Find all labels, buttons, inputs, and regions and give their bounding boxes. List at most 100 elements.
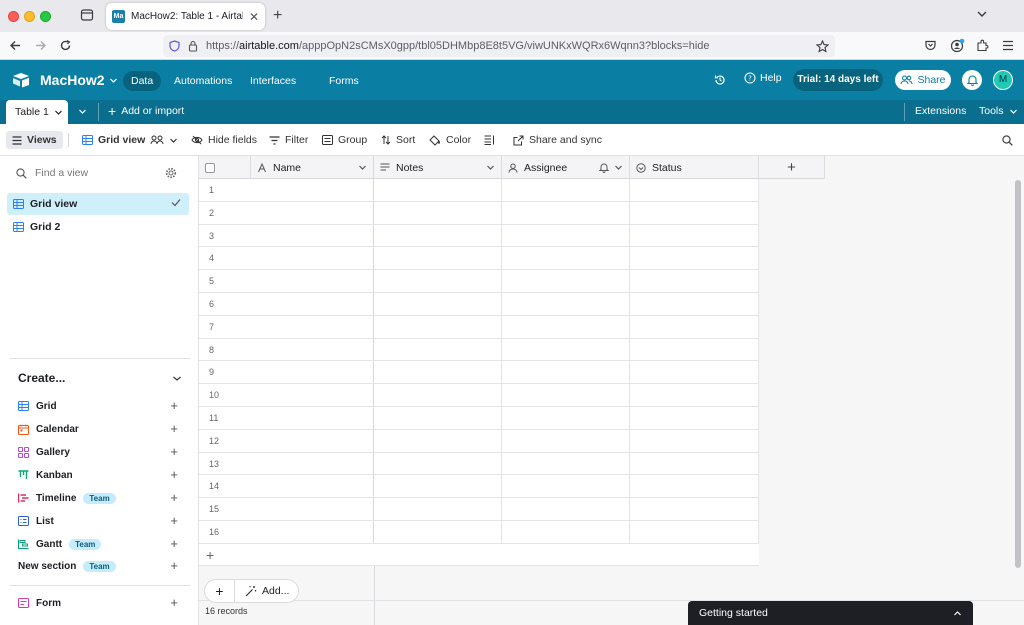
row-number-cell[interactable]: 16 xyxy=(199,520,374,543)
help-button[interactable]: ? Help xyxy=(744,72,782,84)
table-row[interactable]: 12 xyxy=(199,429,759,453)
notes-cell[interactable] xyxy=(374,247,502,270)
row-number-cell[interactable]: 15 xyxy=(199,498,374,520)
status-cell[interactable] xyxy=(630,361,759,384)
add-or-import-button[interactable]: + Add or import xyxy=(108,104,184,118)
assignee-cell[interactable] xyxy=(502,475,630,498)
create-list[interactable]: List + xyxy=(18,513,178,529)
add-field-button[interactable]: + xyxy=(759,156,825,179)
forward-arrow-icon[interactable] xyxy=(34,39,47,52)
base-name-dropdown[interactable]: MacHow2 xyxy=(40,72,118,88)
share-button[interactable]: Share xyxy=(895,70,951,90)
row-number-cell[interactable]: 7 xyxy=(199,315,374,338)
chevron-up-icon[interactable] xyxy=(953,610,962,617)
chevron-down-icon[interactable] xyxy=(358,164,367,171)
sort-button[interactable]: Sort xyxy=(381,131,415,149)
hide-fields-button[interactable]: Hide fields xyxy=(191,131,257,149)
assignee-cell[interactable] xyxy=(502,247,630,270)
create-calendar[interactable]: Calendar + xyxy=(18,421,178,437)
notes-cell[interactable] xyxy=(374,270,502,292)
status-cell[interactable] xyxy=(630,475,759,498)
assignee-cell[interactable] xyxy=(502,224,630,247)
assignee-cell[interactable] xyxy=(502,315,630,338)
row-number-cell[interactable]: 1 xyxy=(199,179,374,201)
notes-cell[interactable] xyxy=(374,224,502,247)
row-number-cell[interactable]: 6 xyxy=(199,292,374,315)
bookmark-star-icon[interactable] xyxy=(816,39,829,53)
close-window-button[interactable] xyxy=(8,11,19,22)
row-number-cell[interactable]: 8 xyxy=(199,338,374,361)
all-tables-chevron-icon[interactable] xyxy=(78,108,87,115)
getting-started-panel[interactable]: Getting started xyxy=(688,601,973,625)
nav-automations[interactable]: Automations xyxy=(166,71,240,91)
table-row[interactable]: 9 xyxy=(199,361,759,385)
assignee-cell[interactable] xyxy=(502,179,630,201)
reload-icon[interactable] xyxy=(59,39,72,52)
bell-icon[interactable] xyxy=(599,162,609,173)
chevron-down-icon[interactable] xyxy=(486,164,495,171)
notes-cell[interactable] xyxy=(374,179,502,201)
notifications-button[interactable] xyxy=(962,70,982,90)
status-cell[interactable] xyxy=(630,498,759,520)
status-cell[interactable] xyxy=(630,338,759,361)
column-header-status[interactable]: Status xyxy=(630,156,759,179)
nav-data[interactable]: Data xyxy=(123,71,162,91)
notes-cell[interactable] xyxy=(374,292,502,315)
table-row[interactable]: 2 xyxy=(199,201,759,225)
row-number-cell[interactable]: 14 xyxy=(199,475,374,498)
status-cell[interactable] xyxy=(630,224,759,247)
table-row[interactable]: 1 xyxy=(199,179,759,202)
history-icon[interactable] xyxy=(714,74,726,86)
create-new-section[interactable]: New section Team + xyxy=(18,558,178,574)
current-view-button[interactable]: Grid view xyxy=(82,131,178,149)
share-and-sync-button[interactable]: Share and sync xyxy=(513,131,602,149)
hamburger-menu-icon[interactable] xyxy=(1002,40,1014,51)
table-tab-table-1[interactable]: Table 1 xyxy=(6,100,68,124)
status-cell[interactable] xyxy=(630,406,759,429)
new-tab-icon[interactable]: + xyxy=(273,7,282,25)
create-gantt[interactable]: Gantt Team + xyxy=(18,536,178,552)
row-number-cell[interactable]: 3 xyxy=(199,224,374,247)
notes-cell[interactable] xyxy=(374,338,502,361)
assignee-cell[interactable] xyxy=(502,406,630,429)
nav-interfaces[interactable]: Interfaces xyxy=(242,71,304,91)
status-cell[interactable] xyxy=(630,315,759,338)
zoom-window-button[interactable] xyxy=(40,11,51,22)
status-cell[interactable] xyxy=(630,247,759,270)
row-number-cell[interactable]: 12 xyxy=(199,429,374,452)
row-number-cell[interactable]: 9 xyxy=(199,361,374,384)
table-row[interactable]: 8 xyxy=(199,338,759,362)
row-number-cell[interactable]: 10 xyxy=(199,384,374,406)
assignee-cell[interactable] xyxy=(502,292,630,315)
status-cell[interactable] xyxy=(630,270,759,292)
table-row[interactable]: 13 xyxy=(199,452,759,476)
pocket-icon[interactable] xyxy=(924,39,937,52)
notes-cell[interactable] xyxy=(374,475,502,498)
status-cell[interactable] xyxy=(630,292,759,315)
assignee-cell[interactable] xyxy=(502,338,630,361)
nav-forms[interactable]: Forms xyxy=(321,71,367,91)
status-cell[interactable] xyxy=(630,452,759,475)
notes-cell[interactable] xyxy=(374,452,502,475)
status-cell[interactable] xyxy=(630,384,759,406)
row-number-cell[interactable]: 13 xyxy=(199,452,374,475)
create-timeline[interactable]: Timeline Team + xyxy=(18,490,178,506)
table-row[interactable]: 5 xyxy=(199,270,759,293)
close-tab-icon[interactable]: ✕ xyxy=(249,10,259,24)
table-row[interactable]: 3 xyxy=(199,224,759,248)
notes-cell[interactable] xyxy=(374,520,502,543)
notes-cell[interactable] xyxy=(374,361,502,384)
row-number-cell[interactable]: 2 xyxy=(199,201,374,224)
column-header-assignee[interactable]: Assignee xyxy=(502,156,630,179)
gear-icon[interactable] xyxy=(165,167,177,182)
back-arrow-icon[interactable] xyxy=(9,39,22,52)
assignee-cell[interactable] xyxy=(502,201,630,224)
create-gallery[interactable]: Gallery + xyxy=(18,444,178,460)
table-row[interactable]: 15 xyxy=(199,498,759,521)
notes-cell[interactable] xyxy=(374,384,502,406)
add-record-button[interactable]: + xyxy=(205,580,235,602)
assignee-cell[interactable] xyxy=(502,452,630,475)
create-form[interactable]: Form + xyxy=(18,595,178,611)
find-view-input[interactable]: Find a view xyxy=(16,167,88,179)
address-bar[interactable]: https://airtable.com/apppOpN2sCMsX0gpp/t… xyxy=(163,35,835,57)
